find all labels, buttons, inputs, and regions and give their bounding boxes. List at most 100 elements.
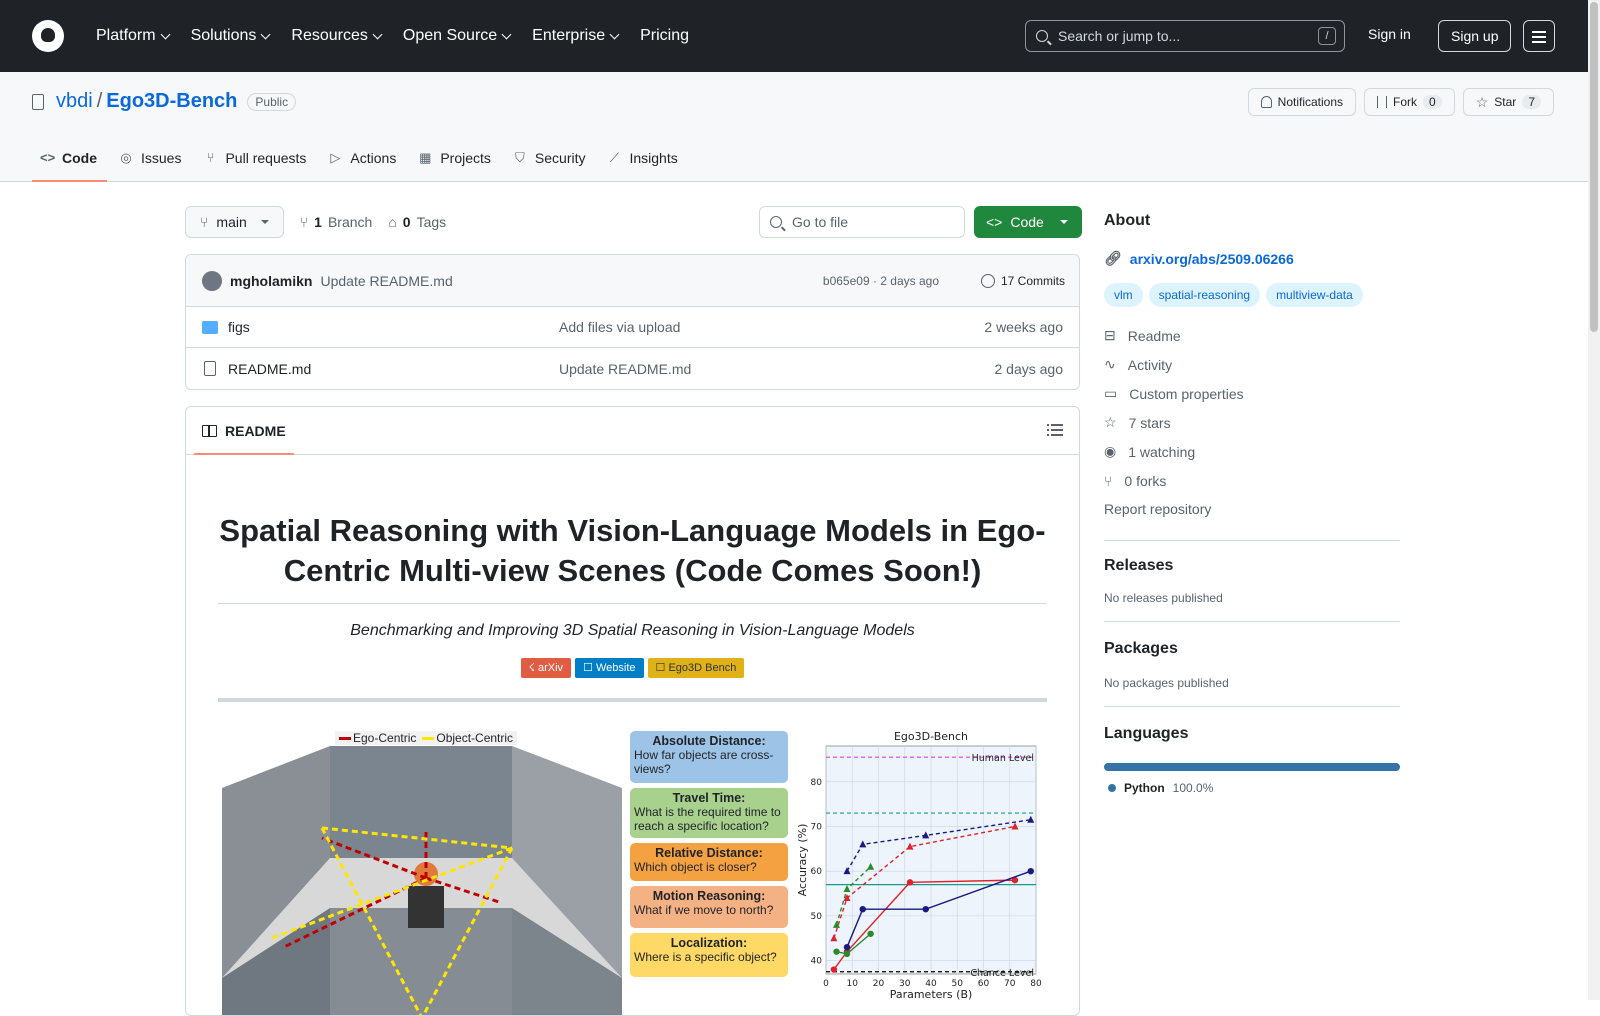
- sidebar-item-stars[interactable]: ☆ 7 stars: [1104, 408, 1400, 437]
- fork-button[interactable]: Fork 0: [1364, 88, 1455, 116]
- tags-link[interactable]: ⌂ 0 Tags: [388, 214, 446, 230]
- visibility-badge: Public: [247, 92, 297, 111]
- homepage-url[interactable]: arxiv.org/abs/2509.06266: [1130, 251, 1294, 267]
- sidebar-item-forks[interactable]: ⑂ 0 forks: [1104, 466, 1400, 495]
- repo-icon: [32, 93, 44, 110]
- task-title: Travel Time:: [672, 791, 746, 805]
- homepage-link[interactable]: 🔗︎ arxiv.org/abs/2509.06266: [1104, 250, 1400, 267]
- task-relative-distance: Relative Distance: Which object is closer…: [630, 843, 788, 881]
- search-placeholder: Search or jump to...: [1058, 28, 1181, 44]
- data-point: [830, 966, 838, 973]
- menu-line: [1532, 36, 1546, 38]
- data-point: [867, 930, 874, 937]
- sidebar-item-custom-properties[interactable]: ▭ Custom properties: [1104, 379, 1400, 408]
- outline-list-icon[interactable]: [1047, 423, 1063, 437]
- tab-issues[interactable]: ◎ Issues: [111, 134, 195, 182]
- sidebar-item-label: 0 forks: [1124, 472, 1167, 489]
- packages-heading[interactable]: Packages: [1104, 640, 1400, 658]
- nav-pricing[interactable]: Pricing: [630, 16, 701, 56]
- branch-select-button[interactable]: ⑂ main: [185, 206, 284, 238]
- commit-message[interactable]: Update README.md: [320, 273, 452, 289]
- file-row-readme[interactable]: README.md Update README.md 2 days ago: [186, 348, 1079, 389]
- ego3d-bench-badge[interactable]: ☐ Ego3D Bench: [647, 658, 745, 678]
- branches-link[interactable]: ⑂ 1 Branch: [300, 214, 373, 230]
- nav-enterprise[interactable]: Enterprise: [522, 16, 630, 56]
- go-to-file-input[interactable]: Go to file: [759, 206, 965, 238]
- sign-up-button[interactable]: Sign up: [1438, 20, 1512, 52]
- global-search-input[interactable]: Search or jump to... /: [1025, 20, 1345, 52]
- commits-history-link[interactable]: 17 Commits: [980, 273, 1065, 288]
- nav-solutions[interactable]: Solutions: [181, 16, 282, 56]
- tab-projects[interactable]: ▦ Projects: [410, 134, 505, 182]
- nav-resources[interactable]: Resources: [281, 16, 392, 56]
- data-point: [922, 905, 929, 913]
- nav-platform[interactable]: Platform: [86, 16, 181, 56]
- website-badge[interactable]: ☐ Website: [575, 658, 644, 678]
- releases-heading[interactable]: Releases: [1104, 557, 1400, 575]
- arxiv-badge[interactable]: ☇ arXiv: [520, 658, 572, 678]
- nav-open-source[interactable]: Open Source: [393, 16, 522, 56]
- file-commit-message[interactable]: Add files via upload: [559, 319, 680, 335]
- file-icon: [204, 361, 216, 376]
- fork-label: Fork: [1393, 95, 1418, 109]
- nav-label: Open Source: [402, 27, 498, 44]
- sidebar-divider: [1104, 621, 1400, 622]
- file-name[interactable]: figs: [228, 319, 250, 335]
- file-date: 2 weeks ago: [984, 319, 1063, 335]
- task-text: What if we move to north?: [634, 903, 774, 917]
- packages-text: No packages published: [1104, 676, 1229, 690]
- file-name[interactable]: README.md: [228, 361, 311, 377]
- readme-subtitle: Benchmarking and Improving 3D Spatial Re…: [350, 622, 915, 639]
- code-dropdown-button[interactable]: <> Code: [974, 206, 1082, 238]
- accuracy-chart: 0 10 20 30 40 50 60 70 804050607080Ego3D-BenchPa…: [796, 730, 1042, 1001]
- tab-pull-requests[interactable]: ⑂ Pull requests: [195, 134, 320, 182]
- task-text: Which object is closer?: [634, 860, 757, 874]
- file-commit-message[interactable]: Update README.md: [559, 361, 691, 377]
- repo-owner-link[interactable]: vbdi: [56, 90, 93, 113]
- readme-tab-label: README: [225, 423, 286, 439]
- y-tick-label: 70: [811, 822, 823, 832]
- task-title: Absolute Distance:: [652, 734, 766, 748]
- commit-author[interactable]: mgholamikn: [230, 273, 312, 289]
- task-title: Relative Distance:: [655, 846, 763, 860]
- readme-tab[interactable]: README: [194, 407, 294, 455]
- y-axis-label: Accuracy (%): [796, 824, 809, 897]
- topic-tag[interactable]: vlm: [1104, 283, 1143, 307]
- sign-in-link[interactable]: Sign in: [1368, 26, 1411, 42]
- page-scrollbar[interactable]: [1588, 0, 1600, 1000]
- commit-hash-date[interactable]: b065e09 · 2 days ago: [823, 274, 939, 288]
- hamburger-menu-button[interactable]: [1523, 20, 1555, 52]
- file-row-figs[interactable]: figs Add files via upload 2 weeks ago: [186, 307, 1079, 348]
- sidebar-item-label: Custom properties: [1129, 385, 1244, 402]
- readme-body: Spatial Reasoning with Vision-Language M…: [186, 511, 1079, 1015]
- code-icon: <>: [40, 150, 56, 165]
- sidebar-item-activity[interactable]: ∿ Activity: [1104, 350, 1400, 379]
- tab-label: Issues: [141, 150, 182, 166]
- report-repository-link[interactable]: Report repository: [1104, 495, 1400, 524]
- notifications-button[interactable]: Notifications: [1247, 88, 1357, 116]
- note-icon: ▭: [1104, 385, 1118, 401]
- avatar[interactable]: [202, 270, 222, 291]
- list-line: [1051, 429, 1063, 431]
- github-logo-icon[interactable]: [32, 20, 64, 52]
- scrollbar-thumb[interactable]: [1590, 2, 1598, 332]
- task-text: What is the required time to reach a spe…: [634, 805, 781, 833]
- tab-label: Code: [62, 150, 97, 166]
- data-point: [833, 948, 840, 955]
- tab-label: Insights: [629, 150, 678, 166]
- sidebar-item-readme[interactable]: ⊟ Readme: [1104, 321, 1400, 350]
- repo-title: vbdi / Ego3D-Bench Public: [32, 90, 297, 113]
- tab-code[interactable]: <> Code: [32, 134, 111, 182]
- tab-actions[interactable]: ▷ Actions: [320, 134, 410, 182]
- chevron-down-icon: [372, 29, 383, 39]
- list-dot: [1047, 424, 1049, 426]
- repo-name-link[interactable]: Ego3D-Bench: [106, 90, 237, 113]
- folder-icon: [202, 320, 218, 334]
- language-item[interactable]: Python 100.0%: [1104, 781, 1400, 795]
- tab-security[interactable]: ⛉ Security: [505, 134, 600, 182]
- star-button[interactable]: ☆ Star 7: [1462, 88, 1554, 116]
- tab-insights[interactable]: ⟋ Insights: [599, 134, 691, 182]
- sidebar-item-watching[interactable]: ◉ 1 watching: [1104, 437, 1400, 466]
- topic-tag[interactable]: spatial-reasoning: [1148, 283, 1261, 307]
- topic-tag[interactable]: multiview-data: [1266, 283, 1363, 307]
